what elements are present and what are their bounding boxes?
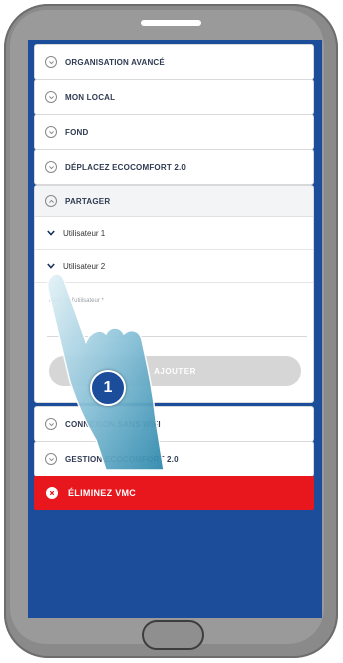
chevron-down-icon [45, 126, 57, 138]
section-organisation-avance[interactable]: ORGANISATION AVANCÉ [34, 44, 314, 80]
home-button[interactable] [142, 620, 204, 650]
section-label: FOND [65, 127, 89, 137]
pointing-hand-icon [46, 273, 165, 470]
phone-speaker [141, 20, 201, 26]
chevron-down-icon [45, 161, 57, 173]
user-label: Utilisateur 1 [63, 228, 106, 238]
section-label: MON LOCAL [65, 92, 116, 102]
step-badge: 1 [90, 370, 126, 406]
chevron-up-icon [45, 195, 57, 207]
remove-vmc-button[interactable]: ÉLIMINEZ VMC [34, 476, 314, 510]
section-fond[interactable]: FOND [34, 114, 314, 150]
section-label: PARTAGER [65, 196, 111, 206]
section-label: DÉPLACEZ ECOCOMFORT 2.0 [65, 162, 187, 172]
section-label: ORGANISATION AVANCÉ [65, 57, 165, 67]
section-mon-local[interactable]: MON LOCAL [34, 79, 314, 115]
chevron-down-icon [47, 263, 55, 269]
section-partager-header[interactable]: PARTAGER [35, 186, 313, 217]
chevron-down-icon [45, 56, 57, 68]
chevron-down-icon [47, 230, 55, 236]
close-icon [46, 487, 58, 499]
chevron-down-icon [45, 91, 57, 103]
step-number: 1 [103, 379, 113, 396]
remove-vmc-label: ÉLIMINEZ VMC [68, 488, 137, 498]
user-row-1[interactable]: Utilisateur 1 [35, 217, 313, 250]
section-deplacez[interactable]: DÉPLACEZ ECOCOMFORT 2.0 [34, 149, 314, 185]
